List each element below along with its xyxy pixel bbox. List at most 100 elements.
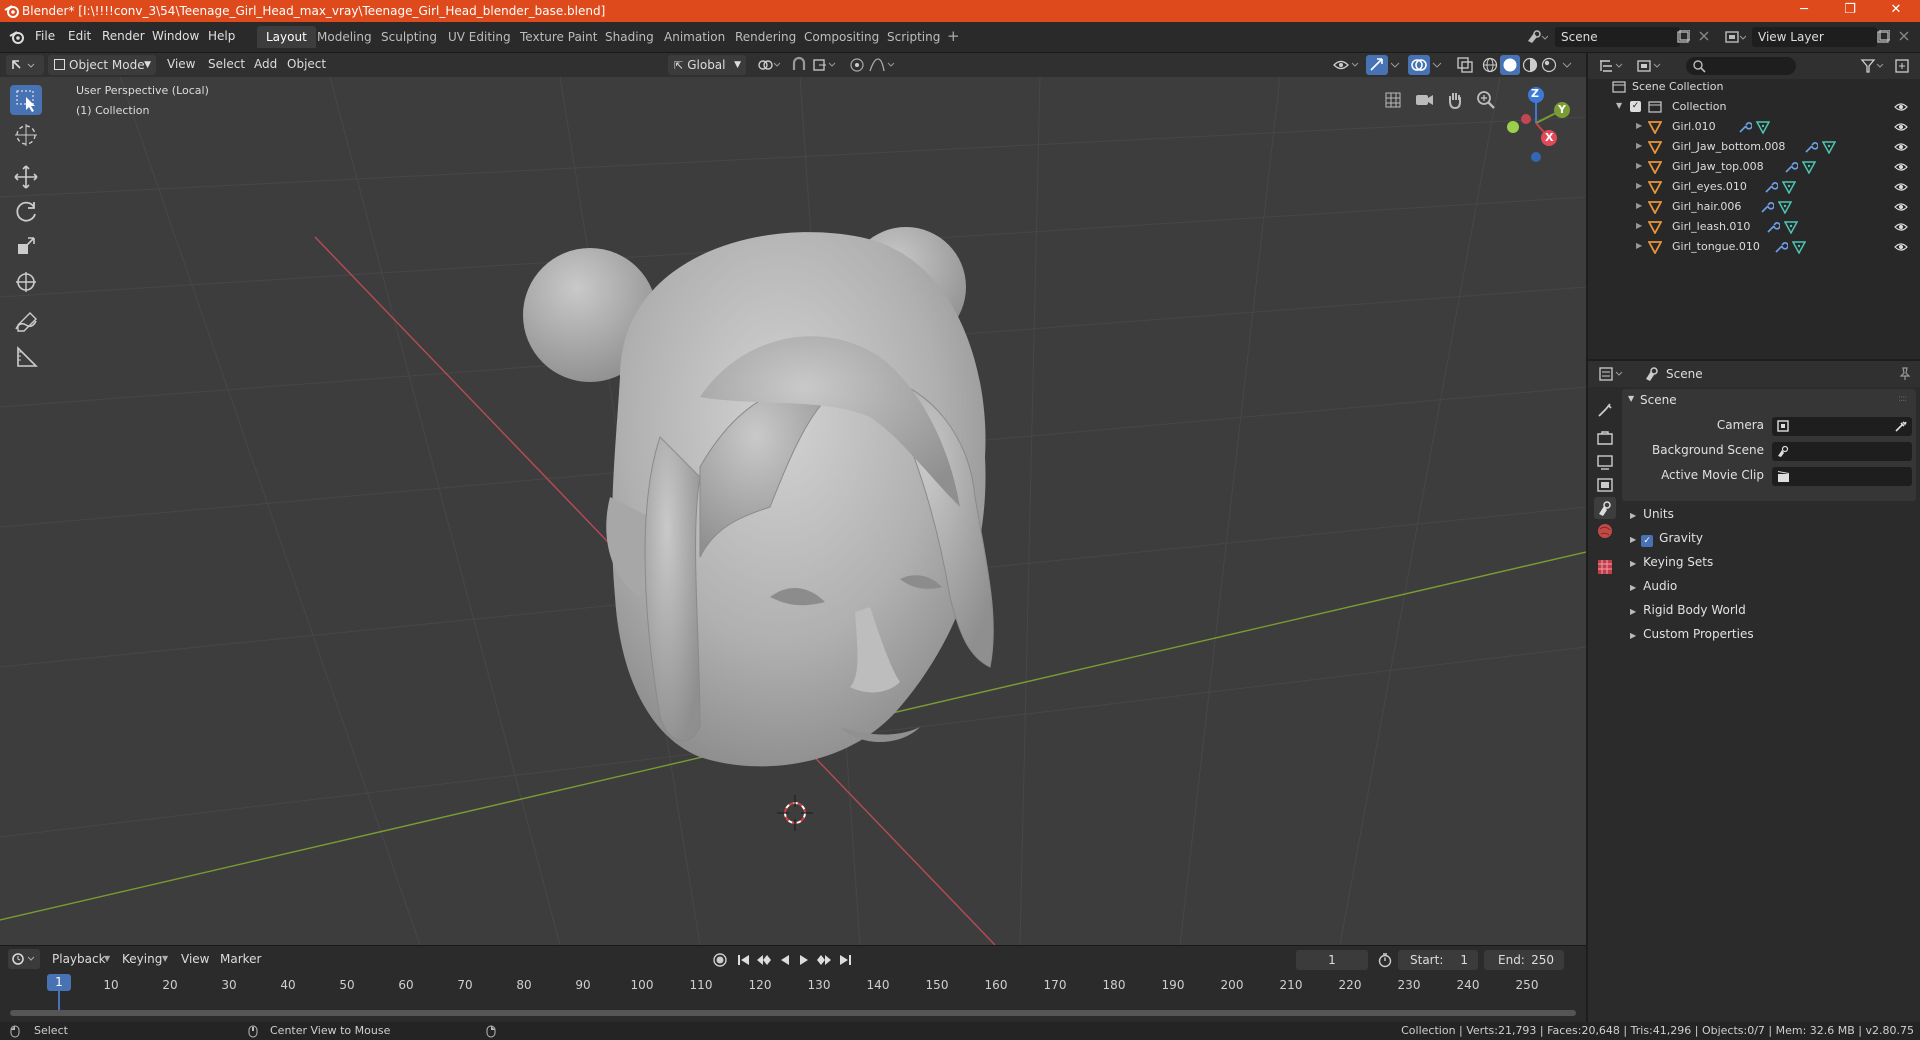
timeline-scrollbar[interactable] xyxy=(10,1010,1576,1016)
tab-layout[interactable]: Layout xyxy=(257,26,316,48)
eye-icon[interactable] xyxy=(1894,181,1908,193)
expand-arrow-icon[interactable]: ▶ xyxy=(1636,201,1642,210)
eye-icon[interactable] xyxy=(1894,101,1908,113)
eyedropper-icon[interactable] xyxy=(1894,420,1907,433)
jump-keyframe-forward-icon[interactable] xyxy=(815,952,833,968)
new-collection-icon[interactable] xyxy=(1894,58,1910,74)
outliner-object-row[interactable]: ▶ Girl.010 xyxy=(1588,117,1920,137)
shading-dropdown-icon[interactable] xyxy=(1562,57,1572,73)
select-box-tool[interactable] xyxy=(10,85,42,115)
modifier-wrench-icon[interactable] xyxy=(1766,220,1780,234)
modifier-wrench-icon[interactable] xyxy=(1738,120,1752,134)
section-keying-sets[interactable]: ▶ Keying Sets xyxy=(1624,555,1916,577)
current-frame-field[interactable]: 1 xyxy=(1296,950,1368,970)
section-gravity[interactable]: ▶ ✓ Gravity xyxy=(1624,531,1916,553)
outliner-row-scene-collection[interactable]: Scene Collection xyxy=(1588,77,1920,97)
overlays-toggle-icon[interactable] xyxy=(1408,55,1430,75)
pan-view-icon[interactable] xyxy=(1444,89,1466,111)
eye-icon[interactable] xyxy=(1894,161,1908,173)
background-scene-field[interactable] xyxy=(1772,442,1912,461)
collection-checkbox[interactable]: ✓ xyxy=(1630,101,1641,112)
scene-selector-icon[interactable] xyxy=(1526,29,1548,45)
menu-render[interactable]: Render xyxy=(102,29,145,43)
collapse-arrow-icon[interactable]: ▼ xyxy=(1616,101,1622,110)
outliner-row-collection[interactable]: ▼ ✓ Collection xyxy=(1588,97,1920,117)
menu-edit[interactable]: Edit xyxy=(68,29,91,43)
mesh-data-icon[interactable] xyxy=(1784,220,1798,234)
mesh-data-icon[interactable] xyxy=(1802,160,1816,174)
expand-arrow-icon[interactable]: ▶ xyxy=(1636,161,1642,170)
camera-view-icon[interactable] xyxy=(1413,89,1435,111)
jump-keyframe-back-icon[interactable] xyxy=(755,952,773,968)
menu-add[interactable]: Add xyxy=(254,57,277,71)
eye-icon[interactable] xyxy=(1894,221,1908,233)
modifier-wrench-icon[interactable] xyxy=(1764,180,1778,194)
scene-panel-header[interactable]: ▼ Scene :::: xyxy=(1622,389,1916,411)
tab-modeling[interactable]: Modeling xyxy=(308,26,381,48)
modifier-wrench-icon[interactable] xyxy=(1784,160,1798,174)
eye-icon[interactable] xyxy=(1894,141,1908,153)
cursor-tool[interactable] xyxy=(10,120,42,150)
menu-file[interactable]: File xyxy=(35,29,55,43)
stopwatch-icon[interactable] xyxy=(1377,952,1393,968)
move-tool[interactable] xyxy=(10,162,42,192)
tab-scripting[interactable]: Scripting xyxy=(878,26,949,48)
timeline-editor-type-button[interactable] xyxy=(8,949,40,969)
rotate-tool[interactable] xyxy=(10,197,42,227)
record-button-icon[interactable] xyxy=(712,952,728,968)
xray-toggle-icon[interactable] xyxy=(1457,57,1473,73)
mesh-data-icon[interactable] xyxy=(1778,200,1792,214)
object-mode-dropdown[interactable]: Object Mode ▼ xyxy=(48,55,156,75)
section-audio[interactable]: ▶ Audio xyxy=(1624,579,1916,601)
minimize-button[interactable]: ─ xyxy=(1781,0,1827,22)
mesh-data-icon[interactable] xyxy=(1792,240,1806,254)
pivot-point-icon[interactable] xyxy=(756,57,782,73)
tab-sculpting[interactable]: Sculpting xyxy=(372,26,446,48)
tab-render-properties[interactable] xyxy=(1594,428,1616,450)
modifier-wrench-icon[interactable] xyxy=(1774,240,1788,254)
overlays-dropdown-icon[interactable] xyxy=(1432,57,1442,73)
zoom-view-icon[interactable] xyxy=(1475,89,1497,111)
measure-tool[interactable] xyxy=(10,342,42,372)
falloff-icon[interactable] xyxy=(868,57,898,73)
outliner-object-row[interactable]: ▶ Girl_hair.006 xyxy=(1588,197,1920,217)
expand-arrow-icon[interactable]: ▶ xyxy=(1636,221,1642,230)
outliner-object-row[interactable]: ▶ Girl_tongue.010 xyxy=(1588,237,1920,257)
transform-orientation-dropdown[interactable]: ⇱ Global ▼ xyxy=(668,55,746,75)
tab-scene-properties[interactable] xyxy=(1594,497,1616,519)
3d-viewport[interactable]: User Perspective (Local) (1) Collection … xyxy=(0,77,1586,945)
mesh-data-icon[interactable] xyxy=(1756,120,1770,134)
blender-menu-icon[interactable] xyxy=(9,29,25,45)
shading-wireframe-icon[interactable] xyxy=(1482,57,1498,73)
properties-editor-type-icon[interactable] xyxy=(1598,366,1626,382)
pin-icon[interactable] xyxy=(1898,367,1912,381)
scale-tool[interactable] xyxy=(10,232,42,262)
section-rigid-body-world[interactable]: ▶ Rigid Body World xyxy=(1624,603,1916,625)
tab-shading[interactable]: Shading xyxy=(596,26,663,48)
gizmo-toggle-icon[interactable] xyxy=(1366,55,1388,75)
play-reverse-icon[interactable] xyxy=(777,952,793,968)
menu-view[interactable]: View xyxy=(167,57,195,71)
menu-window[interactable]: Window xyxy=(152,29,199,43)
annotate-tool[interactable] xyxy=(10,307,42,337)
menu-marker[interactable]: Marker xyxy=(220,952,261,966)
visibility-selectability-icon[interactable] xyxy=(1332,57,1362,73)
close-button[interactable]: ✕ xyxy=(1873,0,1919,22)
3d-cursor-icon[interactable] xyxy=(777,795,813,831)
gravity-checkbox[interactable]: ✓ xyxy=(1641,535,1654,547)
new-scene-icon[interactable] xyxy=(1676,30,1690,44)
menu-timeline-view[interactable]: View xyxy=(181,952,209,966)
eye-icon[interactable] xyxy=(1894,121,1908,133)
jump-start-icon[interactable] xyxy=(736,952,752,968)
expand-arrow-icon[interactable]: ▶ xyxy=(1636,121,1642,130)
display-mode-icon[interactable] xyxy=(1636,58,1664,74)
proportional-editing-icon[interactable] xyxy=(849,57,865,73)
eye-icon[interactable] xyxy=(1894,201,1908,213)
current-frame-marker[interactable]: 1 xyxy=(47,974,71,991)
start-frame-field[interactable]: Start: 1 xyxy=(1398,950,1478,970)
maximize-button[interactable]: ❐ xyxy=(1827,0,1873,22)
add-workspace-button[interactable]: + xyxy=(947,27,960,45)
new-view-layer-icon[interactable] xyxy=(1876,30,1890,44)
outliner-object-row[interactable]: ▶ Girl_Jaw_top.008 xyxy=(1588,157,1920,177)
tab-tool-properties[interactable] xyxy=(1594,399,1616,421)
